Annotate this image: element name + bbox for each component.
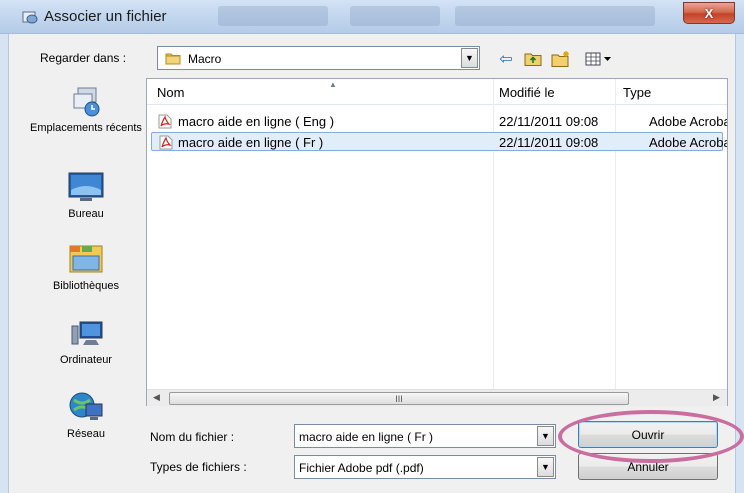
places-bar: Emplacements récents Bureau Bibliothèque…	[30, 76, 142, 461]
place-label: Réseau	[67, 428, 105, 440]
place-desktop[interactable]: Bureau	[30, 170, 142, 221]
filetype-label: Types de fichiers :	[150, 460, 247, 474]
look-in-value: Macro	[188, 52, 222, 66]
filename-label: Nom du fichier :	[150, 430, 235, 444]
sort-ascending-icon: ▲	[329, 80, 337, 89]
place-label: Bureau	[68, 208, 104, 220]
filetype-value: Fichier Adobe pdf (.pdf)	[299, 461, 424, 475]
new-folder-icon[interactable]	[550, 50, 572, 68]
back-arrow-icon[interactable]: ⇦	[497, 50, 515, 68]
recent-places-icon	[66, 84, 106, 118]
chevron-down-icon[interactable]: ▼	[461, 48, 478, 68]
close-button[interactable]: X	[683, 2, 735, 24]
file-modified: 22/11/2011 09:08	[499, 135, 599, 150]
file-name: macro aide en ligne ( Fr )	[178, 135, 324, 150]
place-label: Emplacements récents	[30, 122, 142, 134]
file-type: Adobe Acrobat	[649, 114, 728, 129]
column-header-modified[interactable]: Modifié le	[499, 85, 555, 100]
network-icon	[66, 390, 106, 424]
pdf-file-icon	[158, 114, 172, 129]
column-header-type[interactable]: Type	[623, 85, 651, 100]
place-label: Ordinateur	[60, 354, 112, 366]
chevron-down-icon[interactable]: ▼	[537, 426, 554, 446]
place-recent[interactable]: Emplacements récents	[30, 84, 142, 135]
place-libraries[interactable]: Bibliothèques	[30, 242, 142, 293]
window-title: Associer un fichier	[44, 8, 167, 25]
computer-icon	[66, 316, 106, 350]
filename-combo[interactable]: macro aide en ligne ( Fr ) ▼	[294, 424, 556, 448]
dialog-window: Associer un fichier X Regarder dans : Ma…	[0, 0, 744, 493]
column-header-name[interactable]: Nom	[157, 85, 184, 100]
up-folder-icon[interactable]	[523, 50, 543, 68]
open-button[interactable]: Ouvrir	[578, 421, 718, 448]
file-row-selected[interactable]: macro aide en ligne ( Fr ) 22/11/2011 09…	[151, 132, 727, 151]
close-icon: X	[704, 5, 714, 21]
look-in-dropdown[interactable]: Macro ▼	[157, 46, 480, 70]
filename-input[interactable]: macro aide en ligne ( Fr )	[299, 430, 433, 444]
file-name: macro aide en ligne ( Eng )	[178, 114, 335, 129]
file-list-view[interactable]: Nom ▲ Modifié le Type macro aide en lign…	[146, 78, 728, 406]
look-in-label: Regarder dans :	[40, 51, 127, 65]
chevron-down-icon[interactable]: ▼	[537, 457, 554, 477]
background-window-ghost	[218, 6, 328, 26]
place-label: Bibliothèques	[52, 280, 120, 292]
scroll-left-icon[interactable]: ◀	[153, 392, 160, 403]
file-type: Adobe Acrobat	[649, 135, 728, 150]
folder-icon	[165, 51, 181, 65]
place-network[interactable]: Réseau	[30, 390, 142, 441]
horizontal-scrollbar[interactable]: ◀ III ▶	[147, 389, 727, 406]
scroll-right-icon[interactable]: ▶	[713, 392, 720, 403]
cancel-button[interactable]: Annuler	[578, 453, 718, 480]
file-dialog-icon	[22, 10, 38, 24]
scrollbar-thumb[interactable]: III	[169, 392, 629, 405]
view-menu-icon[interactable]	[584, 50, 614, 68]
grip-icon: III	[395, 393, 403, 404]
file-modified: 22/11/2011 09:08	[499, 114, 599, 129]
desktop-icon	[66, 170, 106, 204]
place-computer[interactable]: Ordinateur	[30, 316, 142, 367]
filetype-select[interactable]: Fichier Adobe pdf (.pdf) ▼	[294, 455, 556, 479]
libraries-icon	[66, 242, 106, 276]
column-header-row: Nom ▲ Modifié le Type	[147, 79, 727, 105]
file-row[interactable]: macro aide en ligne ( Eng ) 22/11/2011 0…	[151, 112, 727, 131]
title-bar[interactable]: Associer un fichier X	[0, 0, 744, 34]
background-window-ghost	[350, 6, 440, 26]
pdf-file-icon	[159, 135, 173, 150]
background-window-ghost	[455, 6, 655, 26]
